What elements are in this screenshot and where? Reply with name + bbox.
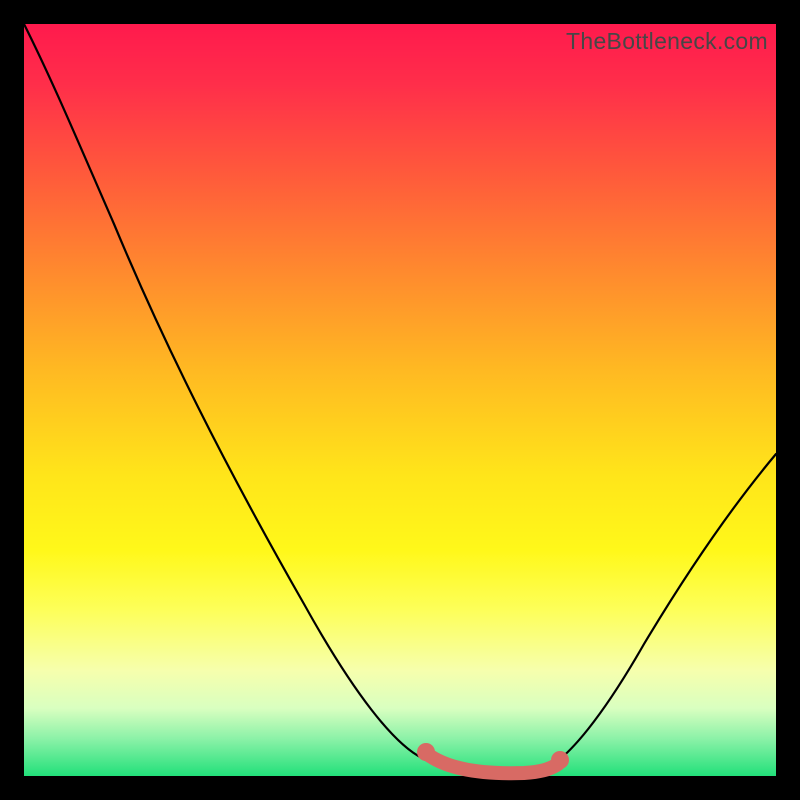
optimal-start-marker — [417, 743, 435, 761]
chart-frame: TheBottleneck.com — [24, 24, 776, 776]
watermark-text: TheBottleneck.com — [566, 28, 768, 55]
optimal-end-marker — [551, 751, 569, 769]
bottleneck-curve — [24, 24, 776, 774]
optimal-band — [430, 756, 558, 773]
chart-overlay — [24, 24, 776, 776]
